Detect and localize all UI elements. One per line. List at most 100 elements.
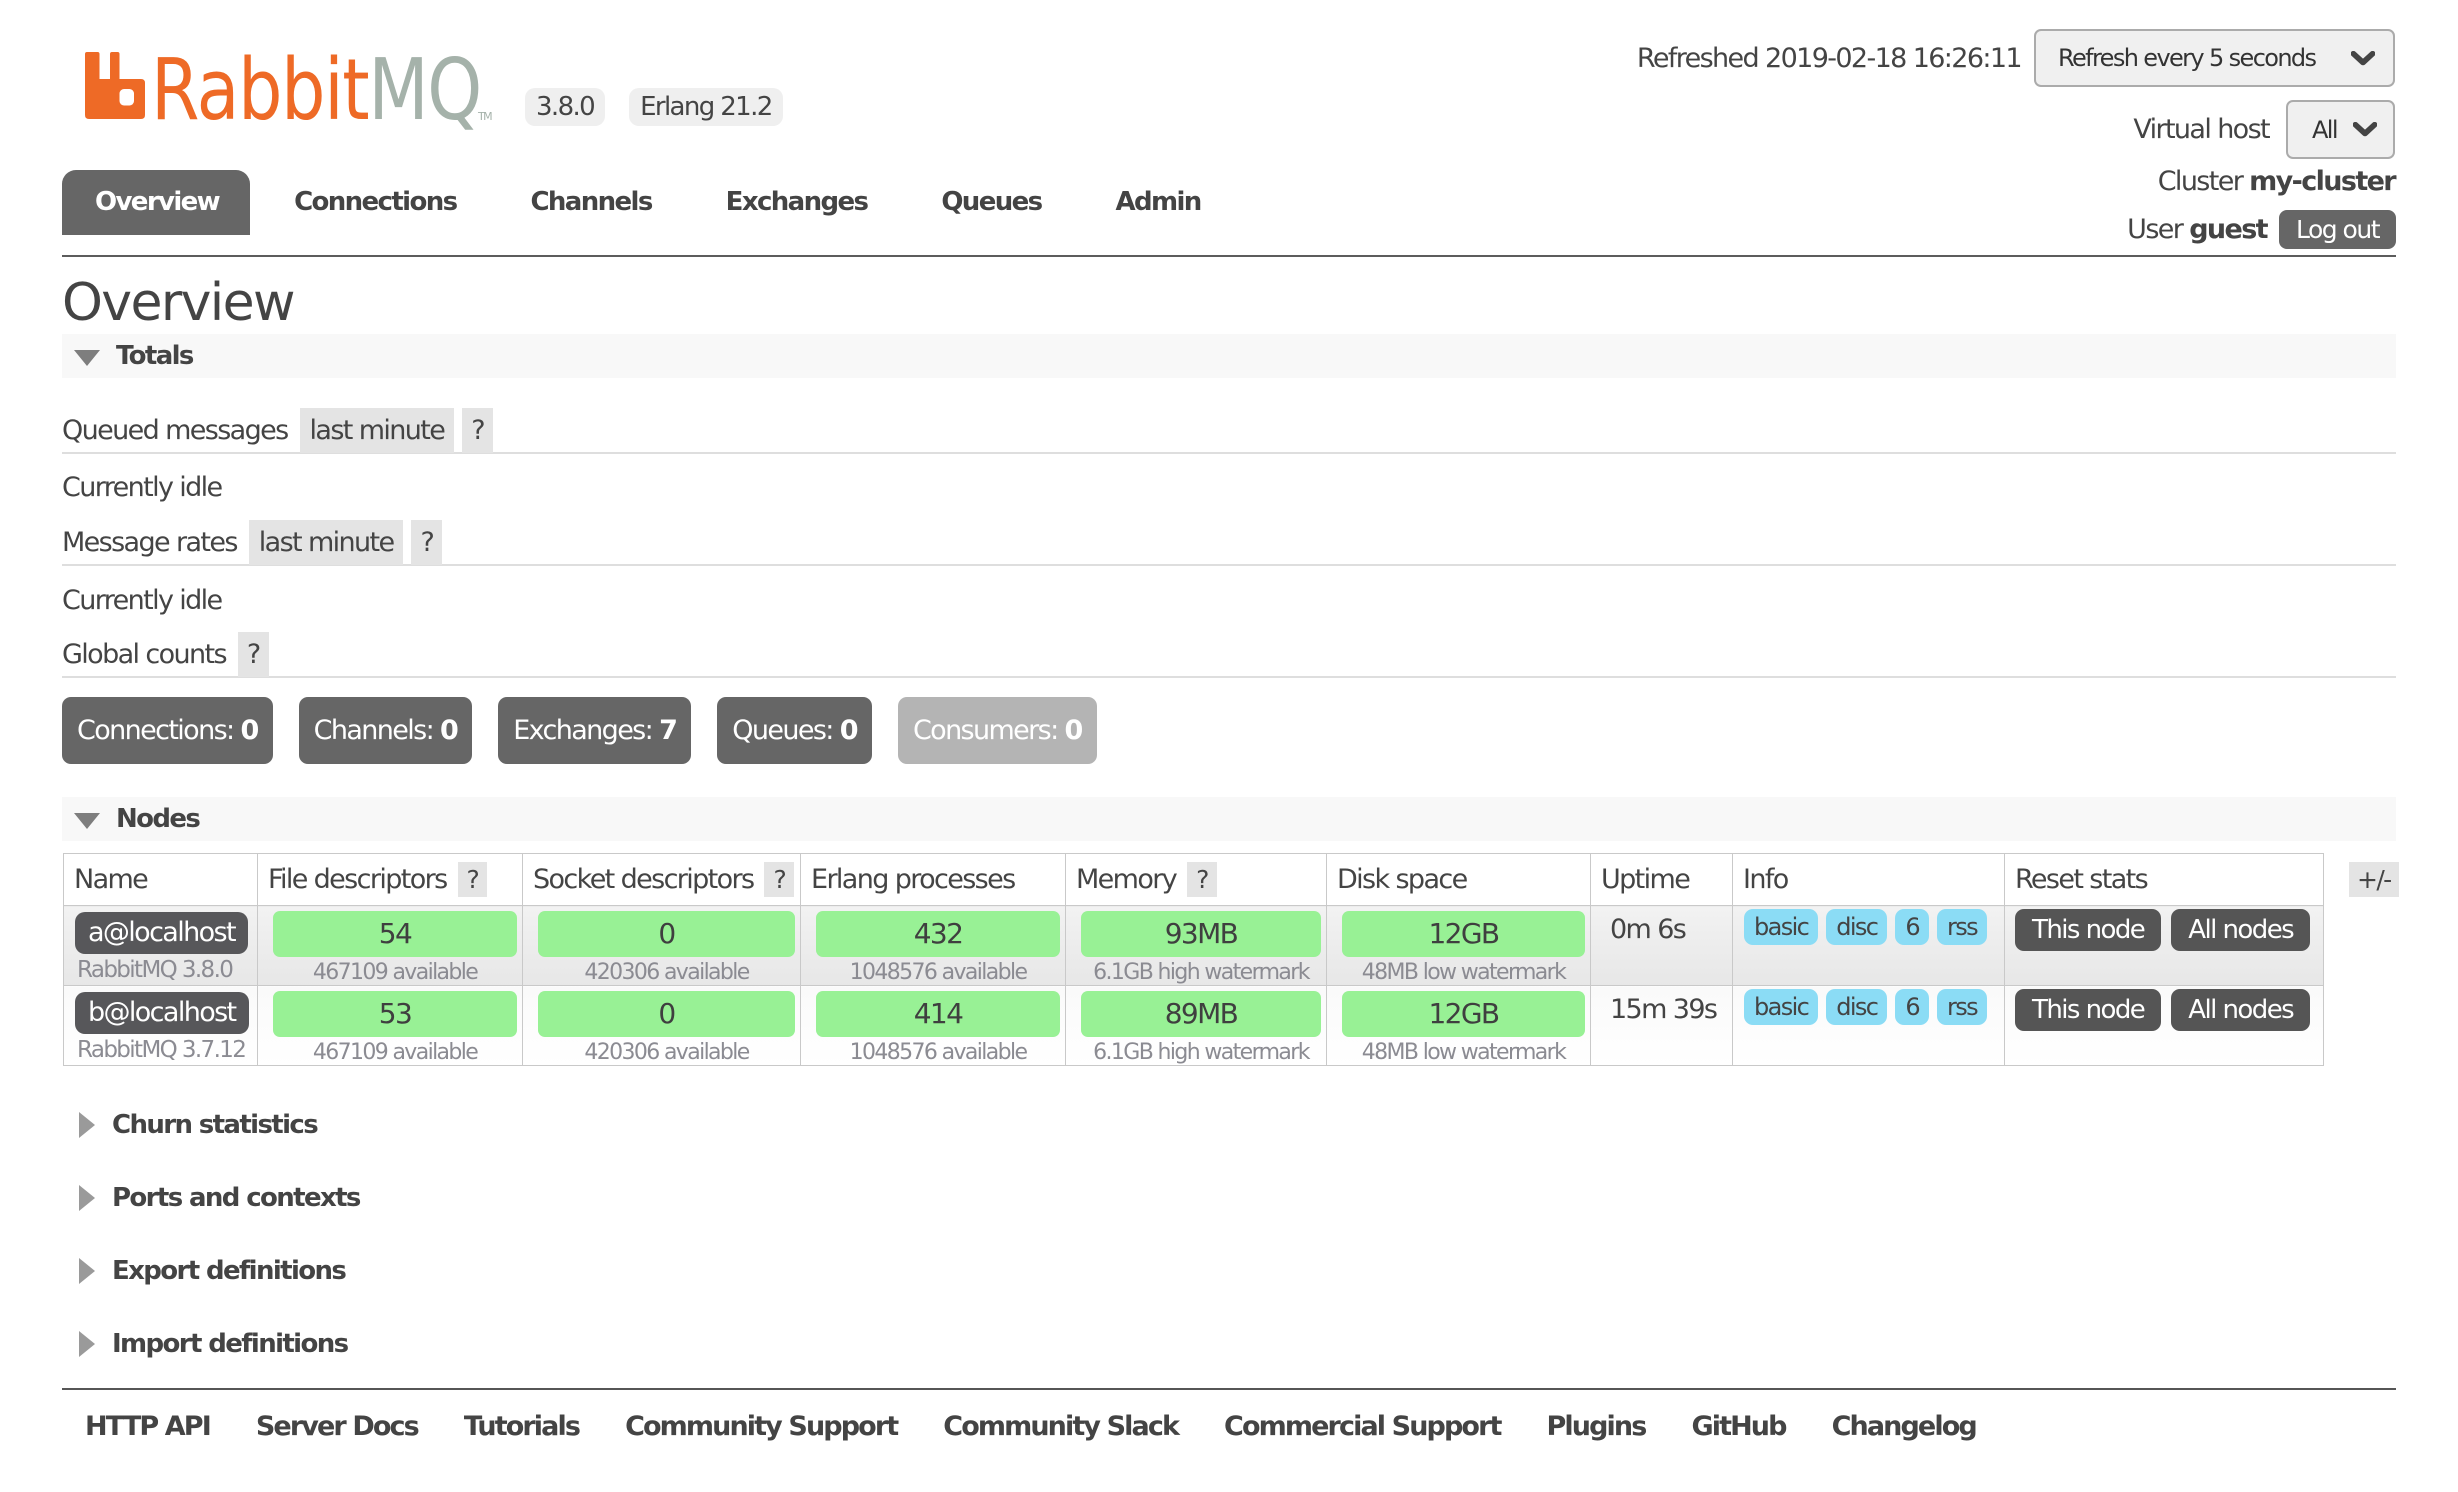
rabbitmq-logo-svg: RabbitMQ TM	[85, 50, 495, 136]
user-controls: User guest Log out	[2127, 210, 2396, 249]
logo-trademark: TM	[477, 110, 492, 123]
queues-count-badge[interactable]: Queues: 0	[717, 697, 872, 764]
section-title-churn: Churn statistics	[112, 1110, 317, 1140]
tab-queues[interactable]: Queues	[904, 170, 1078, 235]
tab-connections[interactable]: Connections	[257, 170, 493, 235]
memory-watermark: 6.1GB high watermark	[1081, 961, 1321, 985]
user-info: User guest	[2127, 214, 2267, 245]
logout-button[interactable]: Log out	[2279, 210, 2396, 249]
rabbitmq-logo[interactable]: RabbitMQ TM	[85, 50, 495, 143]
collapse-triangle-icon	[74, 813, 100, 829]
rates-idle-text: Currently idle	[62, 585, 222, 616]
footer-link-server-docs[interactable]: Server Docs	[256, 1411, 418, 1442]
expand-triangle-icon	[79, 1185, 95, 1211]
fd-bar: 54	[273, 911, 517, 957]
footer-link-changelog[interactable]: Changelog	[1832, 1411, 1976, 1442]
cluster-info: Cluster my-cluster	[2158, 166, 2395, 197]
cell-info: basicdisc6rss	[1733, 906, 2005, 986]
cell-file-descriptors: 54 467109 available	[258, 906, 523, 986]
cell-erlang-processes: 432 1048576 available	[801, 906, 1066, 986]
footer-link-http-api[interactable]: HTTP API	[85, 1411, 210, 1442]
refresh-controls: Refreshed 2019-02-18 16:26:11 Refresh ev…	[1637, 29, 2395, 87]
connections-count-badge[interactable]: Connections: 0	[62, 697, 273, 764]
sd-bar: 0	[538, 911, 795, 957]
section-header-export-definitions[interactable]: Export definitions	[79, 1256, 345, 1286]
cell-reset-stats: This nodeAll nodes	[2005, 986, 2324, 1066]
footer-link-tutorials[interactable]: Tutorials	[464, 1411, 579, 1442]
rates-help-icon[interactable]: ?	[411, 520, 442, 565]
sd-help-icon[interactable]: ?	[764, 862, 794, 897]
fd-available: 467109 available	[273, 1041, 517, 1065]
section-header-nodes[interactable]: Nodes	[62, 797, 2396, 841]
footer-link-plugins[interactable]: Plugins	[1547, 1411, 1646, 1442]
reset-this-node-button[interactable]: This node	[2015, 989, 2161, 1031]
section-header-ports-and-contexts[interactable]: Ports and contexts	[79, 1183, 360, 1213]
footer-divider	[62, 1388, 2396, 1390]
col-socket-descriptors: Socket descriptors?	[523, 854, 801, 906]
info-badge-6: 6	[1895, 909, 1929, 945]
memory-help-icon[interactable]: ?	[1187, 862, 1217, 897]
info-badge-basic: basic	[1744, 989, 1818, 1025]
fd-bar: 53	[273, 991, 517, 1037]
memory-watermark: 6.1GB high watermark	[1081, 1041, 1321, 1065]
queued-messages-label: Queued messages	[62, 415, 288, 446]
node-name-badge[interactable]: a@localhost	[75, 912, 248, 954]
consumers-count-badge[interactable]: Consumers: 0	[898, 697, 1097, 764]
virtual-host-value: All	[2312, 116, 2337, 144]
cell-info: basicdisc6rss	[1733, 986, 2005, 1066]
reset-all-nodes-button[interactable]: All nodes	[2171, 909, 2310, 951]
tab-admin[interactable]: Admin	[1078, 170, 1237, 235]
global-help-icon[interactable]: ?	[238, 632, 269, 677]
nav-divider	[62, 255, 2396, 257]
section-header-import-definitions[interactable]: Import definitions	[79, 1329, 347, 1359]
exchanges-count-badge[interactable]: Exchanges: 7	[498, 697, 691, 764]
expand-triangle-icon	[79, 1112, 95, 1138]
reset-this-node-button[interactable]: This node	[2015, 909, 2161, 951]
proc-bar: 414	[816, 991, 1060, 1037]
chevron-down-icon	[2353, 122, 2377, 137]
info-badge-rss: rss	[1937, 909, 1987, 945]
collapse-triangle-icon	[74, 350, 100, 366]
info-badge-disc: disc	[1826, 909, 1887, 945]
section-title-export: Export definitions	[112, 1256, 345, 1286]
reset-all-nodes-button[interactable]: All nodes	[2171, 989, 2310, 1031]
section-header-churn-statistics[interactable]: Churn statistics	[79, 1110, 317, 1140]
user-label: User	[2127, 214, 2182, 245]
queued-idle-text: Currently idle	[62, 472, 222, 503]
footer-link-github[interactable]: GitHub	[1691, 1411, 1785, 1442]
expand-triangle-icon	[79, 1331, 95, 1357]
table-header-row: Name File descriptors? Socket descriptor…	[64, 854, 2324, 906]
footer-link-community-support[interactable]: Community Support	[625, 1411, 897, 1442]
col-reset-stats: Reset stats	[2005, 854, 2324, 906]
tab-exchanges[interactable]: Exchanges	[689, 170, 905, 235]
page-title: Overview	[62, 273, 294, 333]
node-name-badge[interactable]: b@localhost	[75, 992, 249, 1034]
logo-text-mq: MQ	[368, 50, 481, 136]
footer-link-community-slack[interactable]: Community Slack	[943, 1411, 1178, 1442]
fd-help-icon[interactable]: ?	[458, 862, 488, 897]
tab-channels[interactable]: Channels	[493, 170, 688, 235]
proc-available: 1048576 available	[816, 961, 1060, 985]
cell-reset-stats: This nodeAll nodes	[2005, 906, 2324, 986]
tab-overview[interactable]: Overview	[62, 170, 250, 235]
column-toggle-button[interactable]: +/-	[2349, 862, 2399, 897]
section-title-import: Import definitions	[112, 1329, 347, 1359]
cluster-label: Cluster	[2158, 166, 2243, 197]
channels-count-badge[interactable]: Channels: 0	[299, 697, 473, 764]
footer-link-commercial-support[interactable]: Commercial Support	[1224, 1411, 1500, 1442]
expand-triangle-icon	[79, 1258, 95, 1284]
queued-help-icon[interactable]: ?	[462, 408, 493, 453]
col-name: Name	[64, 854, 258, 906]
cell-disk-space: 12GB 48MB low watermark	[1327, 906, 1591, 986]
rates-filter-chip[interactable]: last minute	[249, 520, 404, 565]
section-header-totals[interactable]: Totals	[62, 334, 2396, 378]
refresh-interval-select[interactable]: Refresh every 5 seconds	[2034, 29, 2395, 87]
queued-filter-chip[interactable]: last minute	[300, 408, 455, 453]
footer-links: HTTP API Server Docs Tutorials Community…	[85, 1411, 1976, 1442]
chevron-down-icon	[2351, 51, 2375, 66]
virtual-host-label: Virtual host	[2133, 114, 2269, 145]
virtual-host-select[interactable]: All	[2286, 100, 2395, 159]
global-counts-header: Global counts ?	[62, 633, 2396, 678]
cell-memory: 89MB 6.1GB high watermark	[1066, 986, 1327, 1066]
erlang-version-chip: Erlang 21.2	[629, 88, 783, 126]
